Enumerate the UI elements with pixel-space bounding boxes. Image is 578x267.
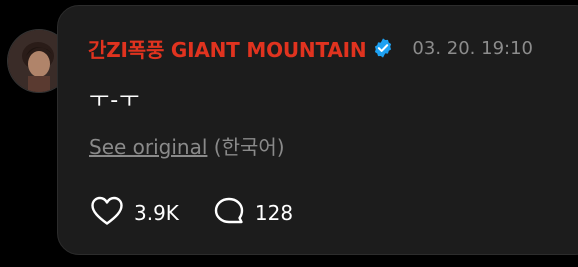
post-header: 간ZI폭풍 GIANT MOUNTAIN 03. 20. 19:10 bbox=[88, 34, 533, 63]
verified-badge-icon bbox=[372, 37, 394, 59]
post-text: ㅜ-ㅜ bbox=[89, 88, 141, 113]
see-original-link[interactable]: See original bbox=[89, 135, 207, 159]
author-name[interactable]: 간ZI폭풍 GIANT MOUNTAIN bbox=[88, 34, 367, 63]
like-button[interactable]: 3.9K bbox=[90, 196, 179, 230]
post-timestamp: 03. 20. 19:10 bbox=[412, 37, 533, 59]
post-actions: 3.9K 128 bbox=[90, 196, 293, 230]
heart-icon bbox=[90, 196, 124, 230]
comment-count: 128 bbox=[254, 201, 294, 225]
comment-button[interactable]: 128 bbox=[213, 196, 293, 230]
original-language-label: (한국어) bbox=[213, 135, 285, 159]
like-count: 3.9K bbox=[134, 201, 179, 225]
translation-toggle: See original (한국어) bbox=[89, 131, 285, 160]
comment-bubble-icon bbox=[213, 196, 245, 230]
